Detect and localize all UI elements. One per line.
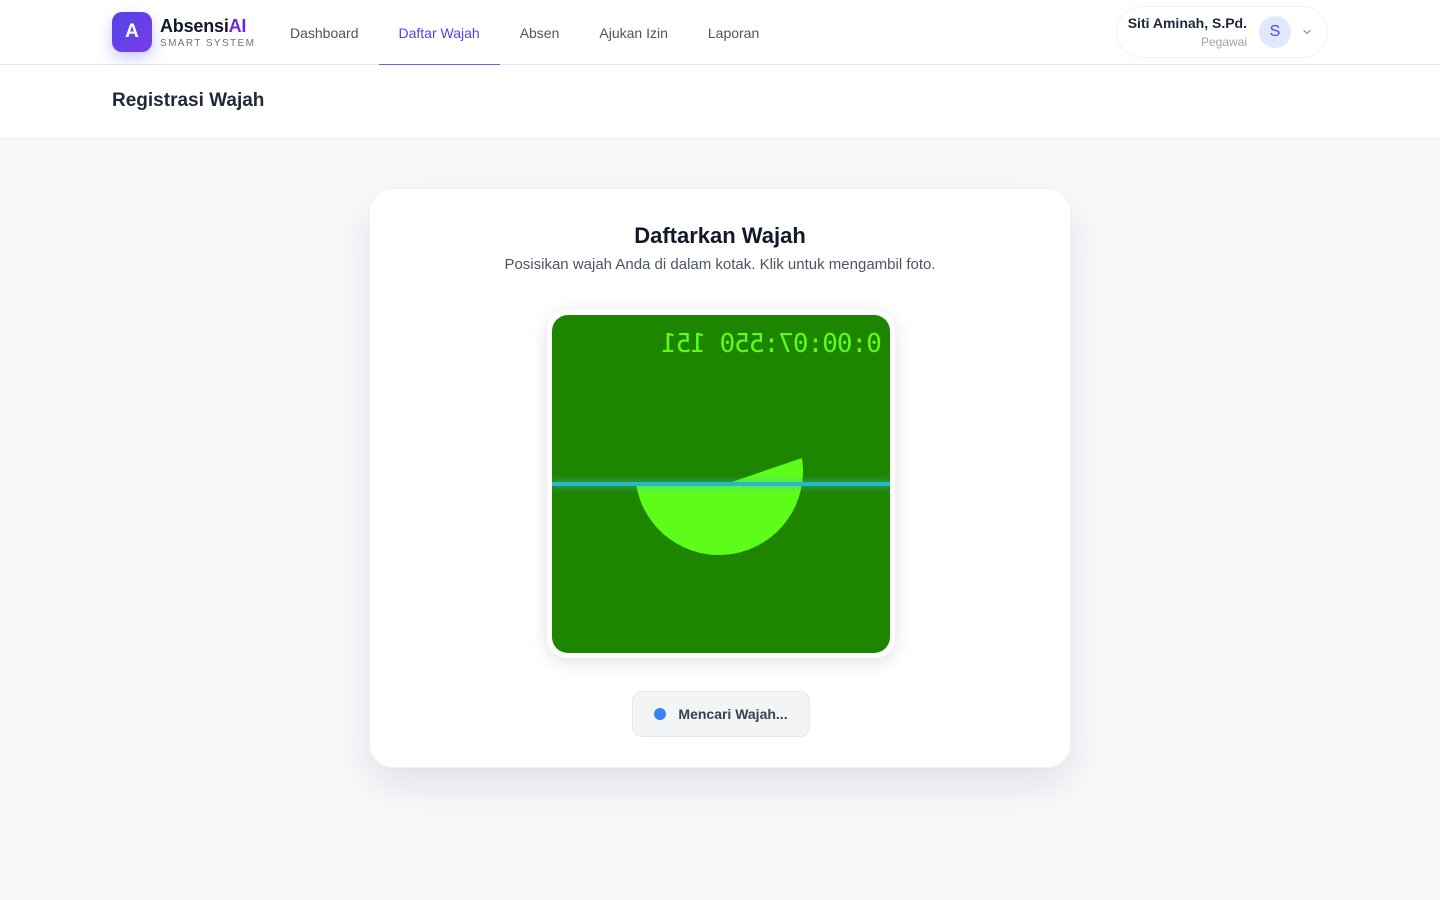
page-header: Registrasi Wajah [0,65,1440,139]
card-subtitle: Posisikan wajah Anda di dalam kotak. Kli… [504,256,936,273]
top-navbar: A AbsensiAI SMART SYSTEM Dashboard Dafta… [0,0,1440,66]
brand-name-accent: AI [228,16,247,36]
scan-line [552,482,890,486]
nav-item-dashboard[interactable]: Dashboard [270,0,379,65]
page-title: Registrasi Wajah [112,90,265,111]
user-info: Siti Aminah, S.Pd. Pegawai [1128,14,1247,50]
user-role: Pegawai [1200,35,1247,49]
brand[interactable]: A AbsensiAI SMART SYSTEM [112,12,255,52]
nav-item-ajukan-izin[interactable]: Ajukan Izin [579,0,687,65]
brand-name-main: Absensi [160,16,229,36]
nav-item-absen[interactable]: Absen [500,0,580,65]
brand-tagline: SMART SYSTEM [160,38,256,49]
nav-item-laporan[interactable]: Laporan [688,0,779,65]
status-button[interactable]: Mencari Wajah... [632,691,810,737]
avatar[interactable]: S [1259,16,1291,48]
user-name: Siti Aminah, S.Pd. [1127,15,1247,31]
camera-frame: 0:00:07:550 151 [547,310,895,658]
main-nav: Dashboard Daftar Wajah Absen Ajukan Izin… [270,0,779,66]
camera-preview[interactable]: 0:00:07:550 151 [552,315,890,653]
status-label: Mencari Wajah... [678,706,788,722]
brand-name: AbsensiAI [160,15,255,37]
chevron-down-icon[interactable] [1301,26,1313,38]
face-registration-card: Daftarkan Wajah Posisikan wajah Anda di … [369,188,1071,768]
status-dot-icon [654,708,667,720]
nav-item-daftar-wajah[interactable]: Daftar Wajah [378,0,500,66]
user-menu[interactable]: Siti Aminah, S.Pd. Pegawai S [1116,6,1328,58]
card-title: Daftarkan Wajah [634,223,806,248]
brand-logo: A [112,12,152,52]
brand-text: AbsensiAI SMART SYSTEM [160,15,255,49]
